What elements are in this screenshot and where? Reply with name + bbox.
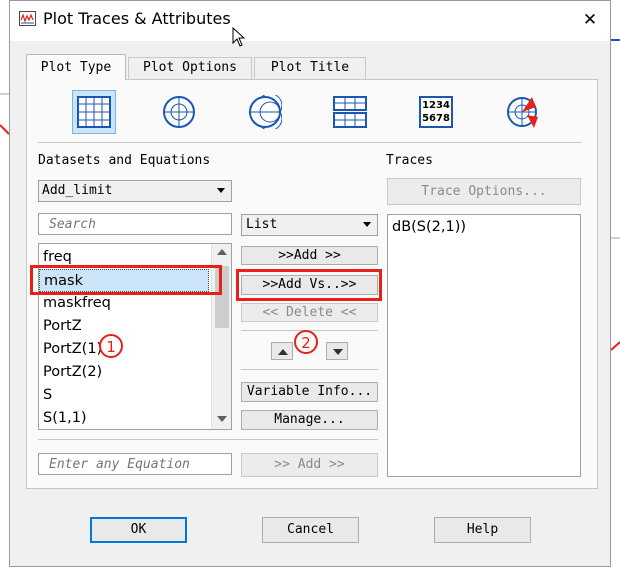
variable-info-button[interactable]: Variable Info...: [241, 382, 378, 402]
window-title: Plot Traces & Attributes: [43, 9, 231, 28]
chevron-down-icon: [217, 188, 225, 193]
dataset-select-value: Add_limit: [42, 183, 113, 198]
scroll-down-icon[interactable]: [217, 416, 227, 422]
chevron-down-icon: [363, 222, 371, 227]
traces-list[interactable]: dB(S(2,1)): [387, 214, 581, 477]
delete-button[interactable]: << Delete <<: [241, 303, 378, 322]
annotation-label-1: 1: [106, 338, 116, 356]
list-numbers-icon: 1234 5678: [419, 96, 453, 128]
cancel-button[interactable]: Cancel: [262, 517, 359, 543]
annotation-circle-1: 1: [99, 334, 123, 358]
close-icon: ✕: [582, 10, 598, 30]
add-equation-button[interactable]: >> Add >>: [241, 453, 378, 477]
title-bar: Plot Traces & Attributes ✕: [10, 1, 610, 47]
move-up-button[interactable]: [271, 342, 293, 360]
plot-traces-dialog: Plot Traces & Attributes ✕ Plot Type Plo…: [9, 0, 611, 567]
add-button[interactable]: >>Add >>: [241, 246, 378, 265]
app-waveform-icon: [19, 11, 36, 26]
chevron-up-icon: [278, 349, 288, 355]
list-item[interactable]: PortZ(2): [39, 361, 209, 384]
equation-input[interactable]: [38, 453, 232, 475]
help-button[interactable]: Help: [434, 517, 531, 543]
equation-separator: [38, 439, 378, 440]
plot-type-smith[interactable]: [243, 90, 287, 134]
trace-item[interactable]: dB(S(2,1)): [392, 219, 466, 235]
chevron-down-icon: [333, 349, 343, 355]
plot-type-antenna[interactable]: [500, 90, 544, 134]
tab-plot-type[interactable]: Plot Type: [26, 54, 126, 80]
panel-separator: [38, 142, 582, 143]
mouse-cursor-icon: [232, 27, 246, 47]
annotation-highlight-mask: [30, 265, 222, 295]
plot-type-polar[interactable]: [157, 90, 201, 134]
middle-separator: [241, 369, 378, 370]
view-mode-value: List: [246, 217, 278, 232]
antenna-plot-icon: [507, 97, 538, 128]
stacked-rectangular-icon: [333, 96, 367, 128]
scroll-up-icon[interactable]: [217, 249, 227, 255]
tab-plot-options[interactable]: Plot Options: [128, 57, 252, 79]
annotation-highlight-add-vs: [236, 269, 382, 301]
plot-type-stacked[interactable]: [328, 90, 372, 134]
close-button[interactable]: ✕: [578, 7, 602, 33]
manage-button[interactable]: Manage...: [241, 410, 378, 430]
annotation-label-2: 2: [301, 334, 311, 352]
traces-heading: Traces: [386, 153, 433, 168]
rectangular-grid-icon: [77, 96, 111, 128]
plot-type-rectangular[interactable]: [72, 90, 116, 134]
dataset-select[interactable]: Add_limit: [38, 180, 232, 202]
tab-plot-title[interactable]: Plot Title: [254, 57, 366, 79]
datasets-heading: Datasets and Equations: [38, 153, 211, 168]
polar-plot-icon: [163, 96, 195, 128]
trace-options-button[interactable]: Trace Options...: [387, 178, 581, 205]
list-item[interactable]: maskfreq: [39, 292, 209, 315]
plot-type-list[interactable]: 1234 5678: [414, 90, 458, 134]
ok-button[interactable]: OK: [90, 517, 187, 543]
search-input[interactable]: [38, 213, 232, 235]
smith-chart-icon: [249, 95, 282, 129]
move-down-button[interactable]: [326, 342, 348, 360]
annotation-circle-2: 2: [294, 330, 318, 354]
view-mode-select[interactable]: List: [241, 214, 378, 236]
list-item[interactable]: S(1,1): [39, 407, 209, 429]
list-item[interactable]: S: [39, 384, 209, 407]
